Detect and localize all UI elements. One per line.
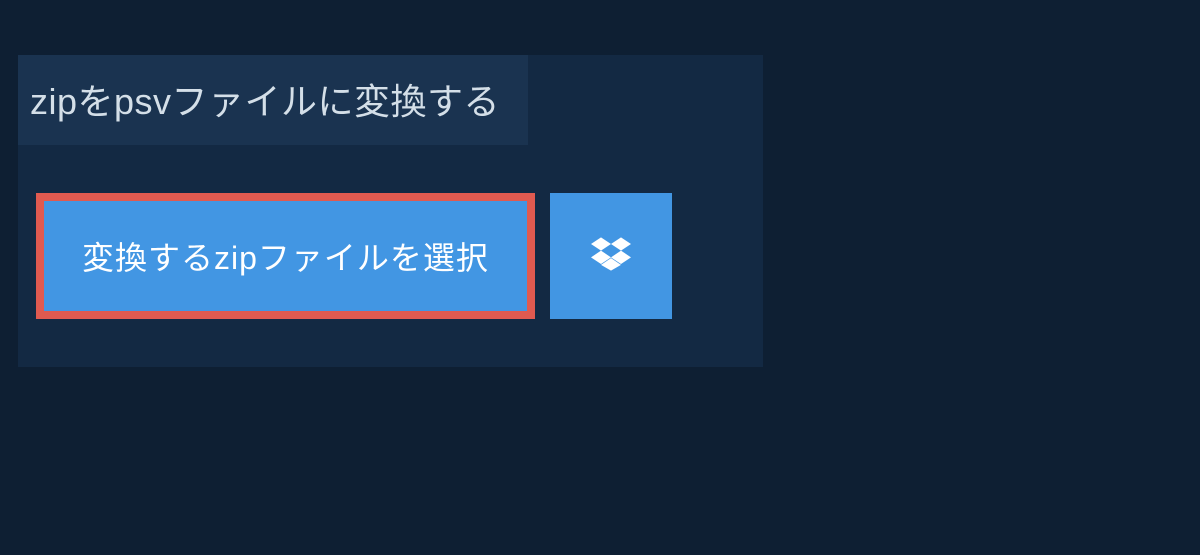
page-title: zipをpsvファイルに変換する: [30, 73, 500, 125]
converter-panel: zipをpsvファイルに変換する 変換するzipファイルを選択: [18, 55, 763, 367]
select-file-button[interactable]: 変換するzipファイルを選択: [36, 193, 535, 319]
dropbox-icon: [591, 234, 631, 279]
dropbox-button[interactable]: [550, 193, 672, 319]
heading-wrap: zipをpsvファイルに変換する: [18, 55, 528, 145]
button-row: 変換するzipファイルを選択: [36, 193, 763, 319]
select-file-label: 変換するzipファイルを選択: [82, 233, 489, 279]
